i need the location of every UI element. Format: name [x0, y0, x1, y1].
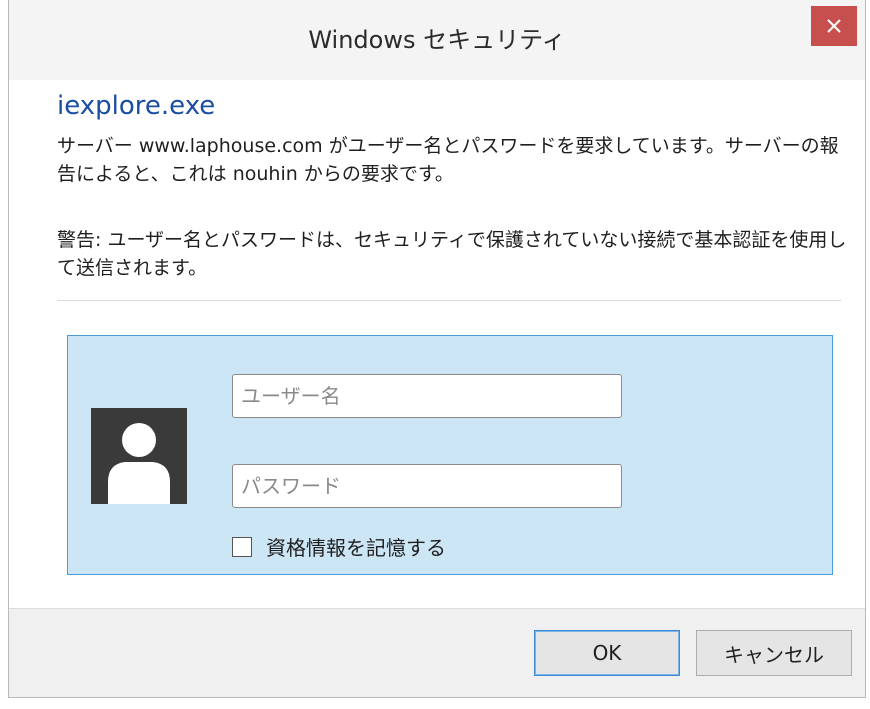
ok-button[interactable]: OK [534, 630, 680, 676]
app-name: iexplore.exe [57, 91, 216, 121]
user-avatar-icon [91, 408, 187, 504]
divider [57, 300, 841, 301]
close-button[interactable] [811, 6, 857, 46]
window-title: Windows セキュリティ [308, 26, 566, 54]
title-bar: Windows セキュリティ [9, 0, 865, 80]
remember-credentials-option[interactable]: 資格情報を記憶する [232, 532, 446, 561]
request-message: サーバー www.laphouse.com がユーザー名とパスワードを要求してい… [57, 135, 839, 185]
warning-message: 警告: ユーザー名とパスワードは、セキュリティで保護されていない接続で基本認証を… [57, 229, 847, 279]
credential-tile[interactable]: 資格情報を記憶する [67, 335, 833, 575]
close-icon [827, 19, 841, 33]
remember-label: 資格情報を記憶する [266, 536, 446, 560]
cancel-button[interactable]: キャンセル [696, 630, 852, 676]
username-input[interactable] [232, 374, 622, 418]
password-input[interactable] [232, 464, 622, 508]
button-bar: OK キャンセル [9, 608, 865, 697]
dialog-body: iexplore.exe サーバー www.laphouse.com がユーザー… [9, 80, 865, 608]
remember-checkbox[interactable] [232, 536, 252, 557]
security-dialog: Windows セキュリティ iexplore.exe サーバー www.lap… [8, 0, 866, 698]
